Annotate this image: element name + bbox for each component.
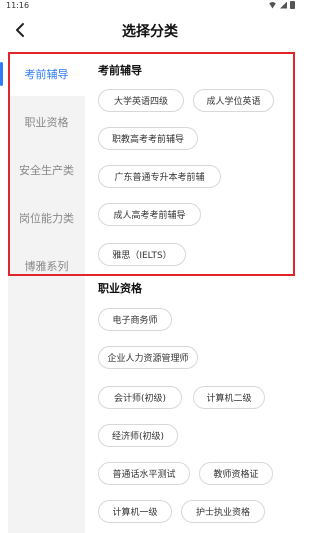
chip-computer-level-1[interactable]: 计算机一级 xyxy=(98,500,172,523)
page-title: 选择分类 xyxy=(122,24,178,40)
chip-cet4[interactable]: 大学英语四级 xyxy=(98,89,184,112)
chip-vocational-exam-tutoring[interactable]: 职教高考考前辅导 xyxy=(98,127,198,150)
chip-adult-exam-tutoring[interactable]: 成人高考考前辅导 xyxy=(98,203,201,226)
chip-junior-accountant[interactable]: 会计师(初级) xyxy=(98,386,182,409)
sidebar-item-professional-qualification[interactable]: 职业资格 xyxy=(8,100,85,144)
chip-computer-level-2[interactable]: 计算机二级 xyxy=(193,386,265,409)
sidebar-item-boya-series[interactable]: 博雅系列 xyxy=(8,244,85,288)
sidebar-item-label: 安全生产类 xyxy=(19,164,74,177)
battery-icon xyxy=(290,1,295,9)
category-sidebar: 考前辅导 职业资格 安全生产类 岗位能力类 博雅系列 xyxy=(0,52,85,533)
sidebar-item-label: 考前辅导 xyxy=(24,68,69,81)
section-title-professional-qualification: 职业资格 xyxy=(98,282,142,295)
chip-ecommerce-specialist[interactable]: 电子商务师 xyxy=(98,308,172,331)
chip-junior-economist[interactable]: 经济师(初级) xyxy=(98,424,178,447)
sidebar-item-label: 岗位能力类 xyxy=(19,212,74,225)
chip-teacher-certificate[interactable]: 教师资格证 xyxy=(199,462,273,485)
sidebar-item-label: 博雅系列 xyxy=(24,260,69,273)
status-time: 11:16 xyxy=(6,1,30,10)
category-content: 考前辅导 大学英语四级 成人学位英语 职教高考考前辅导 广东普通专升本考前辅 成… xyxy=(85,52,300,533)
chip-guangdong-upgrade-tutoring[interactable]: 广东普通专升本考前辅 xyxy=(98,165,221,188)
sidebar-item-safety-production[interactable]: 安全生产类 xyxy=(8,148,85,192)
sidebar-item-label: 职业资格 xyxy=(24,116,69,129)
status-bar: 11:16 xyxy=(0,0,300,12)
section-title-pre-exam: 考前辅导 xyxy=(98,64,142,77)
sidebar-item-job-ability[interactable]: 岗位能力类 xyxy=(8,196,85,240)
header: 选择分类 xyxy=(0,12,300,48)
chip-adult-degree-english[interactable]: 成人学位英语 xyxy=(193,89,274,112)
wifi-icon xyxy=(268,1,277,9)
chip-hr-manager[interactable]: 企业人力资源管理师 xyxy=(98,346,198,369)
chip-nurse-license[interactable]: 护士执业资格 xyxy=(181,500,265,523)
chip-mandarin-test[interactable]: 普通话水平测试 xyxy=(98,462,190,485)
status-icons xyxy=(268,1,295,9)
sidebar-item-pre-exam[interactable]: 考前辅导 xyxy=(0,52,85,96)
signal-icon xyxy=(280,1,287,9)
chip-ielts[interactable]: 雅思（IELTS） xyxy=(98,243,186,266)
